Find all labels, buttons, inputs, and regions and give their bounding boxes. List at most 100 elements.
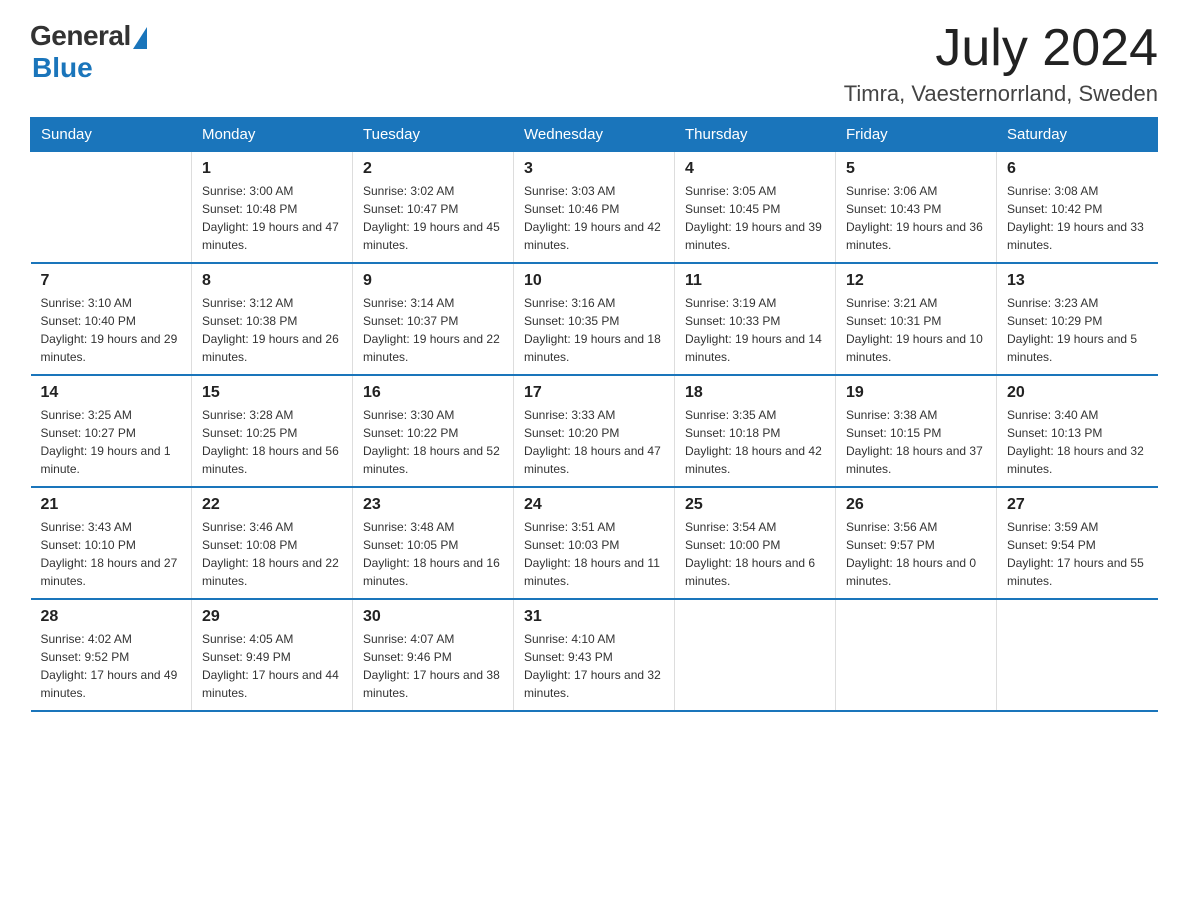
logo-blue-text: Blue — [32, 52, 93, 84]
calendar-cell: 2 Sunrise: 3:02 AMSunset: 10:47 PMDayligh… — [353, 152, 514, 264]
day-number: 6 — [1007, 160, 1148, 178]
day-number: 11 — [685, 272, 825, 290]
day-number: 17 — [524, 384, 664, 402]
day-number: 20 — [1007, 384, 1148, 402]
day-info: Sunrise: 3:02 AMSunset: 10:47 PMDaylight… — [363, 182, 503, 254]
calendar-cell — [997, 599, 1158, 711]
day-info: Sunrise: 3:14 AMSunset: 10:37 PMDaylight… — [363, 294, 503, 366]
day-info: Sunrise: 3:23 AMSunset: 10:29 PMDaylight… — [1007, 294, 1148, 366]
day-info: Sunrise: 3:05 AMSunset: 10:45 PMDaylight… — [685, 182, 825, 254]
day-info: Sunrise: 3:38 AMSunset: 10:15 PMDaylight… — [846, 406, 986, 478]
calendar-cell: 23 Sunrise: 3:48 AMSunset: 10:05 PMDaylig… — [353, 487, 514, 599]
day-number: 5 — [846, 160, 986, 178]
calendar-cell: 15 Sunrise: 3:28 AMSunset: 10:25 PMDaylig… — [192, 375, 353, 487]
day-info: Sunrise: 3:21 AMSunset: 10:31 PMDaylight… — [846, 294, 986, 366]
calendar-cell: 18 Sunrise: 3:35 AMSunset: 10:18 PMDaylig… — [675, 375, 836, 487]
day-info: Sunrise: 4:07 AMSunset: 9:46 PMDaylight:… — [363, 630, 503, 702]
day-number: 18 — [685, 384, 825, 402]
day-info: Sunrise: 3:51 AMSunset: 10:03 PMDaylight… — [524, 518, 664, 590]
day-number: 4 — [685, 160, 825, 178]
day-number: 21 — [41, 496, 182, 514]
column-header-saturday: Saturday — [997, 118, 1158, 152]
day-number: 24 — [524, 496, 664, 514]
calendar-cell: 1 Sunrise: 3:00 AMSunset: 10:48 PMDayligh… — [192, 152, 353, 264]
calendar-cell: 10 Sunrise: 3:16 AMSunset: 10:35 PMDaylig… — [514, 263, 675, 375]
location-subtitle: Timra, Vaesternorrland, Sweden — [844, 81, 1158, 107]
logo-general-text: General — [30, 20, 131, 52]
calendar-cell: 5Sunrise: 3:06 AMSunset: 10:43 PMDayligh… — [836, 152, 997, 264]
day-info: Sunrise: 3:12 AMSunset: 10:38 PMDaylight… — [202, 294, 342, 366]
calendar-cell: 12 Sunrise: 3:21 AMSunset: 10:31 PMDaylig… — [836, 263, 997, 375]
day-number: 25 — [685, 496, 825, 514]
logo: General Blue — [30, 20, 147, 84]
calendar-cell: 6 Sunrise: 3:08 AMSunset: 10:42 PMDayligh… — [997, 152, 1158, 264]
calendar-cell: 9Sunrise: 3:14 AMSunset: 10:37 PMDayligh… — [353, 263, 514, 375]
day-info: Sunrise: 3:48 AMSunset: 10:05 PMDaylight… — [363, 518, 503, 590]
day-info: Sunrise: 3:16 AMSunset: 10:35 PMDaylight… — [524, 294, 664, 366]
day-info: Sunrise: 3:03 AMSunset: 10:46 PMDaylight… — [524, 182, 664, 254]
calendar-week-row: 14Sunrise: 3:25 AMSunset: 10:27 PMDaylig… — [31, 375, 1158, 487]
logo-triangle-icon — [133, 27, 147, 49]
calendar-cell: 11Sunrise: 3:19 AMSunset: 10:33 PMDaylig… — [675, 263, 836, 375]
day-number: 27 — [1007, 496, 1148, 514]
day-info: Sunrise: 4:10 AMSunset: 9:43 PMDaylight:… — [524, 630, 664, 702]
day-info: Sunrise: 3:30 AMSunset: 10:22 PMDaylight… — [363, 406, 503, 478]
calendar-cell: 20 Sunrise: 3:40 AMSunset: 10:13 PMDaylig… — [997, 375, 1158, 487]
day-info: Sunrise: 3:28 AMSunset: 10:25 PMDaylight… — [202, 406, 342, 478]
calendar-cell: 21 Sunrise: 3:43 AMSunset: 10:10 PMDaylig… — [31, 487, 192, 599]
calendar-cell: 13 Sunrise: 3:23 AMSunset: 10:29 PMDaylig… — [997, 263, 1158, 375]
calendar-cell: 28Sunrise: 4:02 AMSunset: 9:52 PMDayligh… — [31, 599, 192, 711]
day-info: Sunrise: 3:40 AMSunset: 10:13 PMDaylight… — [1007, 406, 1148, 478]
calendar-header-row: SundayMondayTuesdayWednesdayThursdayFrid… — [31, 118, 1158, 152]
calendar-cell: 4 Sunrise: 3:05 AMSunset: 10:45 PMDayligh… — [675, 152, 836, 264]
day-info: Sunrise: 4:02 AMSunset: 9:52 PMDaylight:… — [41, 630, 182, 702]
day-number: 26 — [846, 496, 986, 514]
day-number: 23 — [363, 496, 503, 514]
calendar-cell: 27 Sunrise: 3:59 AMSunset: 9:54 PMDayligh… — [997, 487, 1158, 599]
column-header-tuesday: Tuesday — [353, 118, 514, 152]
calendar-cell: 17 Sunrise: 3:33 AMSunset: 10:20 PMDaylig… — [514, 375, 675, 487]
calendar-cell: 7Sunrise: 3:10 AMSunset: 10:40 PMDayligh… — [31, 263, 192, 375]
calendar-cell: 25 Sunrise: 3:54 AMSunset: 10:00 PMDaylig… — [675, 487, 836, 599]
day-info: Sunrise: 3:08 AMSunset: 10:42 PMDaylight… — [1007, 182, 1148, 254]
day-info: Sunrise: 3:59 AMSunset: 9:54 PMDaylight:… — [1007, 518, 1148, 590]
page-header: General Blue July 2024 Timra, Vaesternor… — [30, 20, 1158, 107]
day-info: Sunrise: 3:43 AMSunset: 10:10 PMDaylight… — [41, 518, 182, 590]
calendar-cell: 22Sunrise: 3:46 AMSunset: 10:08 PMDaylig… — [192, 487, 353, 599]
title-section: July 2024 Timra, Vaesternorrland, Sweden — [844, 20, 1158, 107]
calendar-cell — [836, 599, 997, 711]
day-info: Sunrise: 4:05 AMSunset: 9:49 PMDaylight:… — [202, 630, 342, 702]
calendar-cell: 24 Sunrise: 3:51 AMSunset: 10:03 PMDaylig… — [514, 487, 675, 599]
calendar-week-row: 1 Sunrise: 3:00 AMSunset: 10:48 PMDayligh… — [31, 152, 1158, 264]
day-number: 14 — [41, 384, 182, 402]
calendar-table: SundayMondayTuesdayWednesdayThursdayFrid… — [30, 117, 1158, 712]
day-number: 12 — [846, 272, 986, 290]
day-number: 1 — [202, 160, 342, 178]
column-header-sunday: Sunday — [31, 118, 192, 152]
calendar-cell: 30Sunrise: 4:07 AMSunset: 9:46 PMDayligh… — [353, 599, 514, 711]
column-header-friday: Friday — [836, 118, 997, 152]
day-info: Sunrise: 3:33 AMSunset: 10:20 PMDaylight… — [524, 406, 664, 478]
column-header-thursday: Thursday — [675, 118, 836, 152]
day-number: 7 — [41, 272, 182, 290]
calendar-cell: 14Sunrise: 3:25 AMSunset: 10:27 PMDaylig… — [31, 375, 192, 487]
day-number: 15 — [202, 384, 342, 402]
column-header-wednesday: Wednesday — [514, 118, 675, 152]
day-number: 13 — [1007, 272, 1148, 290]
day-info: Sunrise: 3:46 AMSunset: 10:08 PMDaylight… — [202, 518, 342, 590]
calendar-cell: 31 Sunrise: 4:10 AMSunset: 9:43 PMDayligh… — [514, 599, 675, 711]
day-number: 10 — [524, 272, 664, 290]
calendar-week-row: 21 Sunrise: 3:43 AMSunset: 10:10 PMDaylig… — [31, 487, 1158, 599]
day-number: 8 — [202, 272, 342, 290]
calendar-week-row: 7Sunrise: 3:10 AMSunset: 10:40 PMDayligh… — [31, 263, 1158, 375]
calendar-cell: 19Sunrise: 3:38 AMSunset: 10:15 PMDaylig… — [836, 375, 997, 487]
calendar-cell — [31, 152, 192, 264]
day-info: Sunrise: 3:00 AMSunset: 10:48 PMDaylight… — [202, 182, 342, 254]
day-number: 29 — [202, 608, 342, 626]
day-info: Sunrise: 3:54 AMSunset: 10:00 PMDaylight… — [685, 518, 825, 590]
month-year-title: July 2024 — [844, 20, 1158, 77]
day-info: Sunrise: 3:35 AMSunset: 10:18 PMDaylight… — [685, 406, 825, 478]
day-number: 31 — [524, 608, 664, 626]
day-number: 2 — [363, 160, 503, 178]
day-number: 3 — [524, 160, 664, 178]
